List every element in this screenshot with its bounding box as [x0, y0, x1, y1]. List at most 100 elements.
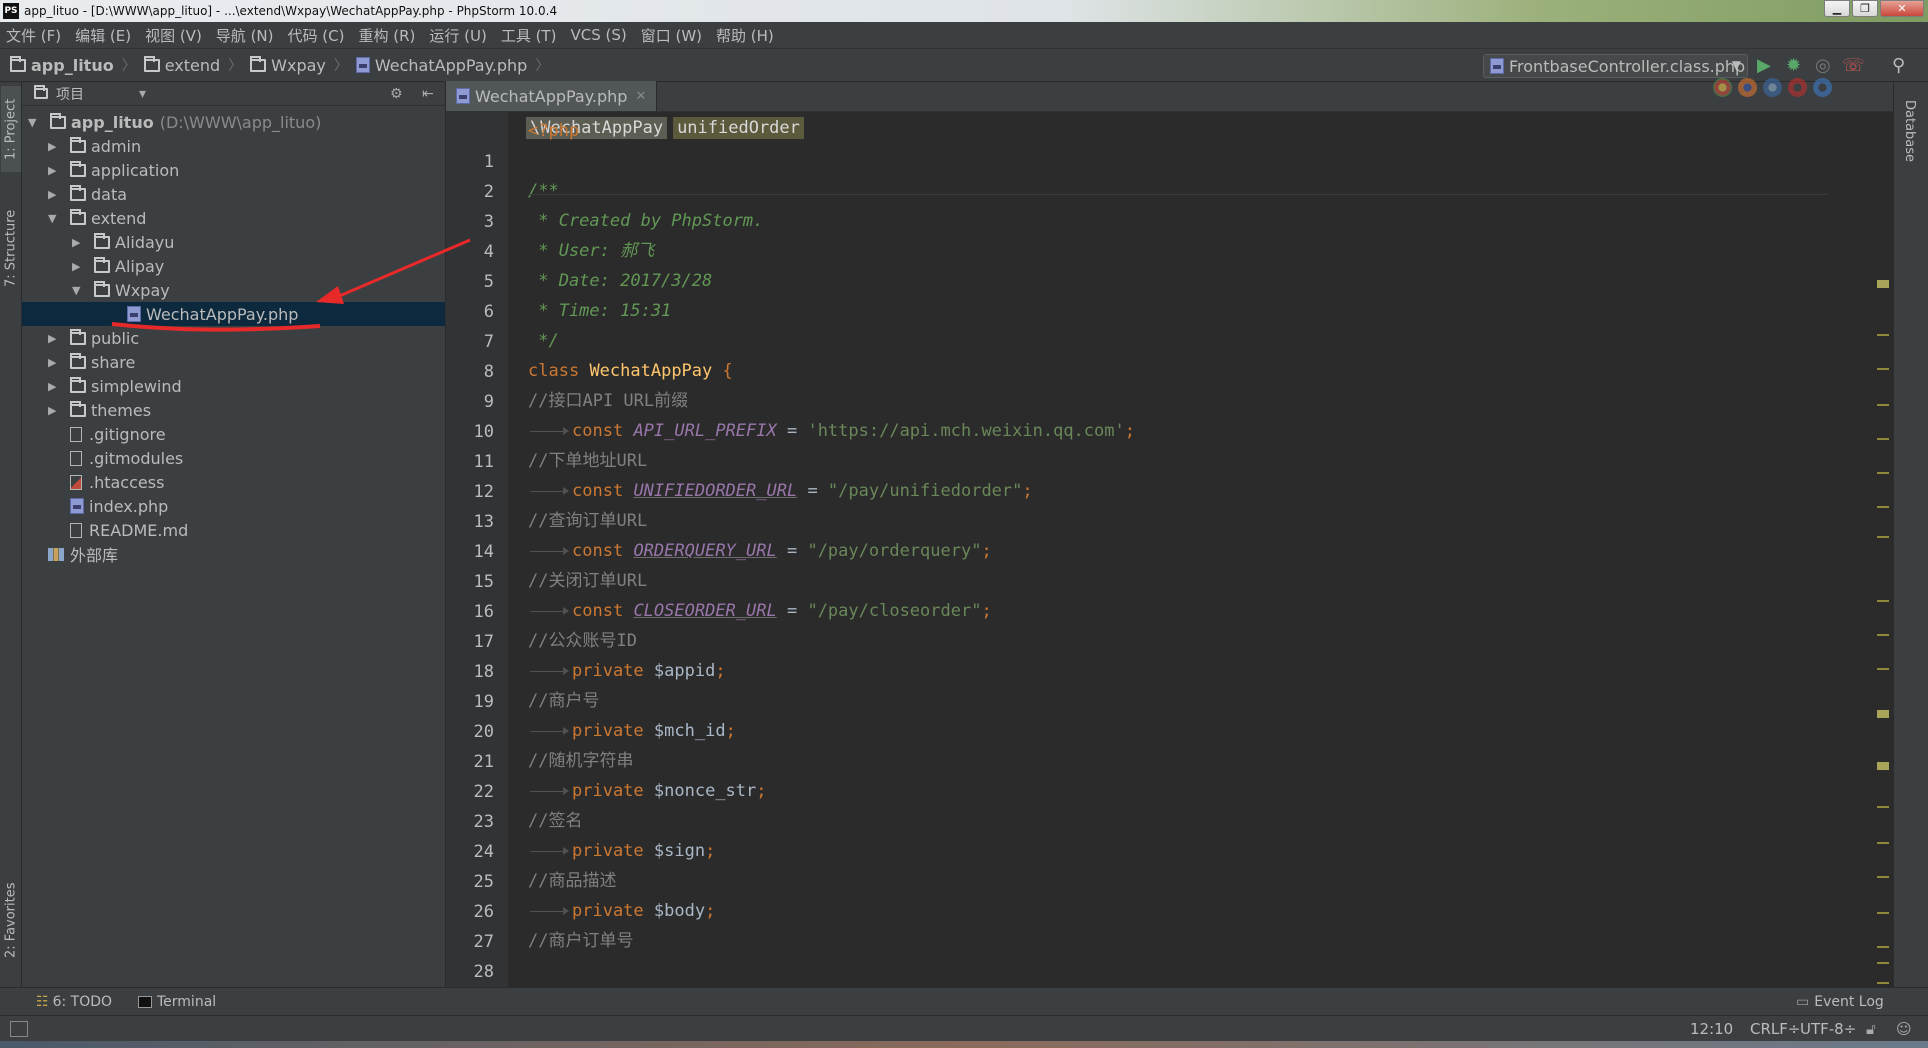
code-line[interactable]: //商户订单号 — [528, 929, 633, 953]
error-stripe-marker[interactable] — [1877, 368, 1889, 370]
tab-structure[interactable]: 7: Structure — [1, 200, 21, 296]
expand-arrow-icon[interactable]: ▶ — [48, 332, 62, 345]
tab-database[interactable]: Database — [1902, 100, 1917, 162]
tree-root[interactable]: ▼ app_lituo (D:\WWW\app_lituo) — [28, 110, 321, 134]
phone-debug-icon[interactable]: ☏ — [1842, 55, 1865, 76]
error-stripe-marker[interactable] — [1877, 806, 1889, 808]
menu-view[interactable]: 视图 (V) — [145, 25, 202, 46]
tree-node-alipay[interactable]: ▶ Alipay — [72, 254, 164, 278]
code-line[interactable]: //商户号 — [528, 689, 599, 713]
tree-node-readme[interactable]: README.md — [70, 518, 188, 542]
safari-icon[interactable] — [1763, 78, 1782, 97]
close-icon[interactable]: ✕ — [635, 89, 646, 104]
error-stripe-marker[interactable] — [1877, 946, 1889, 948]
chevron-down-icon[interactable]: ▾ — [139, 86, 146, 102]
code-line[interactable]: const UNIFIEDORDER_URL = "/pay/unifiedor… — [528, 479, 1033, 503]
file-encoding[interactable]: UTF-8÷ — [1800, 1020, 1856, 1038]
error-stripe-marker[interactable] — [1877, 912, 1889, 914]
tree-node-gitignore[interactable]: .gitignore — [70, 422, 166, 446]
opera-icon[interactable] — [1788, 78, 1807, 97]
code-line[interactable]: * Time: 15:31 — [528, 299, 671, 323]
menu-tools[interactable]: 工具 (T) — [501, 25, 557, 46]
error-stripe-marker[interactable] — [1877, 472, 1889, 474]
tree-node-share[interactable]: ▶ share — [48, 350, 135, 374]
inspector-icon[interactable]: ☺︎ — [1896, 1020, 1912, 1038]
code-line[interactable]: private $body; — [528, 899, 715, 923]
search-icon[interactable]: ⚲ — [1892, 55, 1905, 76]
tree-node-public[interactable]: ▶ public — [48, 326, 139, 350]
code-line[interactable]: * User: 郝飞 — [528, 239, 654, 263]
code-line[interactable]: //商品描述 — [528, 869, 616, 893]
code-line[interactable]: /** — [528, 179, 559, 203]
menu-refactor[interactable]: 重构 (R) — [358, 25, 415, 46]
tree-node-application[interactable]: ▶ application — [48, 158, 179, 182]
tree-node-htaccess[interactable]: .htaccess — [70, 470, 164, 494]
breadcrumb-wxpay[interactable]: Wxpay 〉 — [250, 55, 356, 75]
error-stripe-marker[interactable] — [1877, 600, 1889, 602]
code-line[interactable]: //关闭订单URL — [528, 569, 647, 593]
error-stripe-marker[interactable] — [1877, 962, 1889, 964]
editor-tab-wechatapppay[interactable]: WechatAppPay.php ✕ — [446, 81, 658, 111]
code-line[interactable]: private $sign; — [528, 839, 715, 863]
code-line[interactable]: //签名 — [528, 809, 582, 833]
code-line[interactable]: private $appid; — [528, 659, 726, 683]
code-line[interactable]: //接口API URL前缀 — [528, 389, 688, 413]
tree-node-extend[interactable]: ▼ extend — [48, 206, 146, 230]
code-line[interactable]: //随机字符串 — [528, 749, 633, 773]
minimize-button[interactable]: ▁ — [1824, 0, 1850, 17]
tree-node-simplewind[interactable]: ▶ simplewind — [48, 374, 182, 398]
tab-favorites[interactable]: 2: Favorites — [1, 870, 21, 970]
expand-arrow-icon[interactable]: ▶ — [48, 356, 62, 369]
code-line[interactable]: */ — [528, 329, 558, 353]
collapse-icon[interactable]: ⇤ — [422, 86, 434, 102]
error-stripe-marker[interactable] — [1877, 536, 1889, 538]
expand-arrow-icon[interactable]: ▶ — [48, 404, 62, 417]
run-icon[interactable]: ▶ — [1757, 55, 1771, 76]
error-stripe-marker[interactable] — [1877, 982, 1889, 984]
code-breadcrumb-method[interactable]: unifiedOrder — [673, 117, 804, 139]
tree-node-gitmodules[interactable]: .gitmodules — [70, 446, 183, 470]
error-stripe-marker[interactable] — [1877, 668, 1889, 670]
menu-help[interactable]: 帮助 (H) — [716, 25, 774, 46]
breadcrumb-file[interactable]: WechatAppPay.php 〉 — [355, 55, 557, 75]
expand-arrow-icon[interactable]: ▶ — [48, 188, 62, 201]
firefox-icon[interactable] — [1738, 78, 1757, 97]
lock-icon[interactable]: 🔓︎ — [1866, 1020, 1876, 1038]
project-view-label[interactable]: 项目 — [56, 84, 84, 104]
error-stripe-marker[interactable] — [1877, 438, 1889, 440]
code-line[interactable]: * Date: 2017/3/28 — [528, 269, 712, 293]
expand-arrow-icon[interactable]: ▶ — [48, 164, 62, 177]
tree-node-themes[interactable]: ▶ themes — [48, 398, 151, 422]
collapse-arrow-icon[interactable]: ▼ — [48, 212, 62, 225]
code-line[interactable]: //公众账号ID — [528, 629, 637, 653]
code-line[interactable]: const API_URL_PREFIX = 'https://api.mch.… — [528, 419, 1135, 443]
tree-node-admin[interactable]: ▶ admin — [48, 134, 141, 158]
collapse-arrow-icon[interactable]: ▼ — [72, 284, 86, 297]
line-separator[interactable]: CRLF÷ — [1750, 1020, 1800, 1038]
tree-node-alidayu[interactable]: ▶ Alidayu — [72, 230, 174, 254]
expand-arrow-icon[interactable]: ▶ — [72, 236, 86, 249]
tool-windows-toggle-icon[interactable] — [10, 1021, 28, 1037]
code-line[interactable]: const CLOSEORDER_URL = "/pay/closeorder"… — [528, 599, 992, 623]
restore-button[interactable]: ❐ — [1852, 0, 1878, 17]
code-line[interactable]: private $nonce_str; — [528, 779, 767, 803]
expand-arrow-icon[interactable]: ▶ — [48, 380, 62, 393]
code-line[interactable]: * Created by PhpStorm. — [528, 209, 763, 233]
tree-node-wxpay[interactable]: ▼ Wxpay — [72, 278, 170, 302]
gear-icon[interactable]: ⚙ — [390, 86, 403, 102]
error-stripe-marker[interactable] — [1877, 762, 1889, 770]
ie-icon[interactable] — [1813, 78, 1832, 97]
event-log-button[interactable]: ▭ Event Log — [1796, 994, 1884, 1010]
caret-position[interactable]: 12:10 — [1690, 1020, 1733, 1038]
error-stripe-marker[interactable] — [1877, 280, 1889, 288]
error-stripe-marker[interactable] — [1877, 404, 1889, 406]
code-line[interactable]: const ORDERQUERY_URL = "/pay/orderquery"… — [528, 539, 992, 563]
tree-node-index-php[interactable]: index.php — [70, 494, 168, 518]
expand-arrow-icon[interactable]: ▶ — [48, 140, 62, 153]
error-stripe-marker[interactable] — [1877, 842, 1889, 844]
todo-tool-button[interactable]: ☷ 6: TODO — [36, 994, 112, 1010]
code-line[interactable]: //查询订单URL — [528, 509, 647, 533]
code-line[interactable]: class WechatAppPay { — [528, 359, 733, 383]
error-stripe-marker[interactable] — [1877, 634, 1889, 636]
menu-run[interactable]: 运行 (U) — [429, 25, 486, 46]
